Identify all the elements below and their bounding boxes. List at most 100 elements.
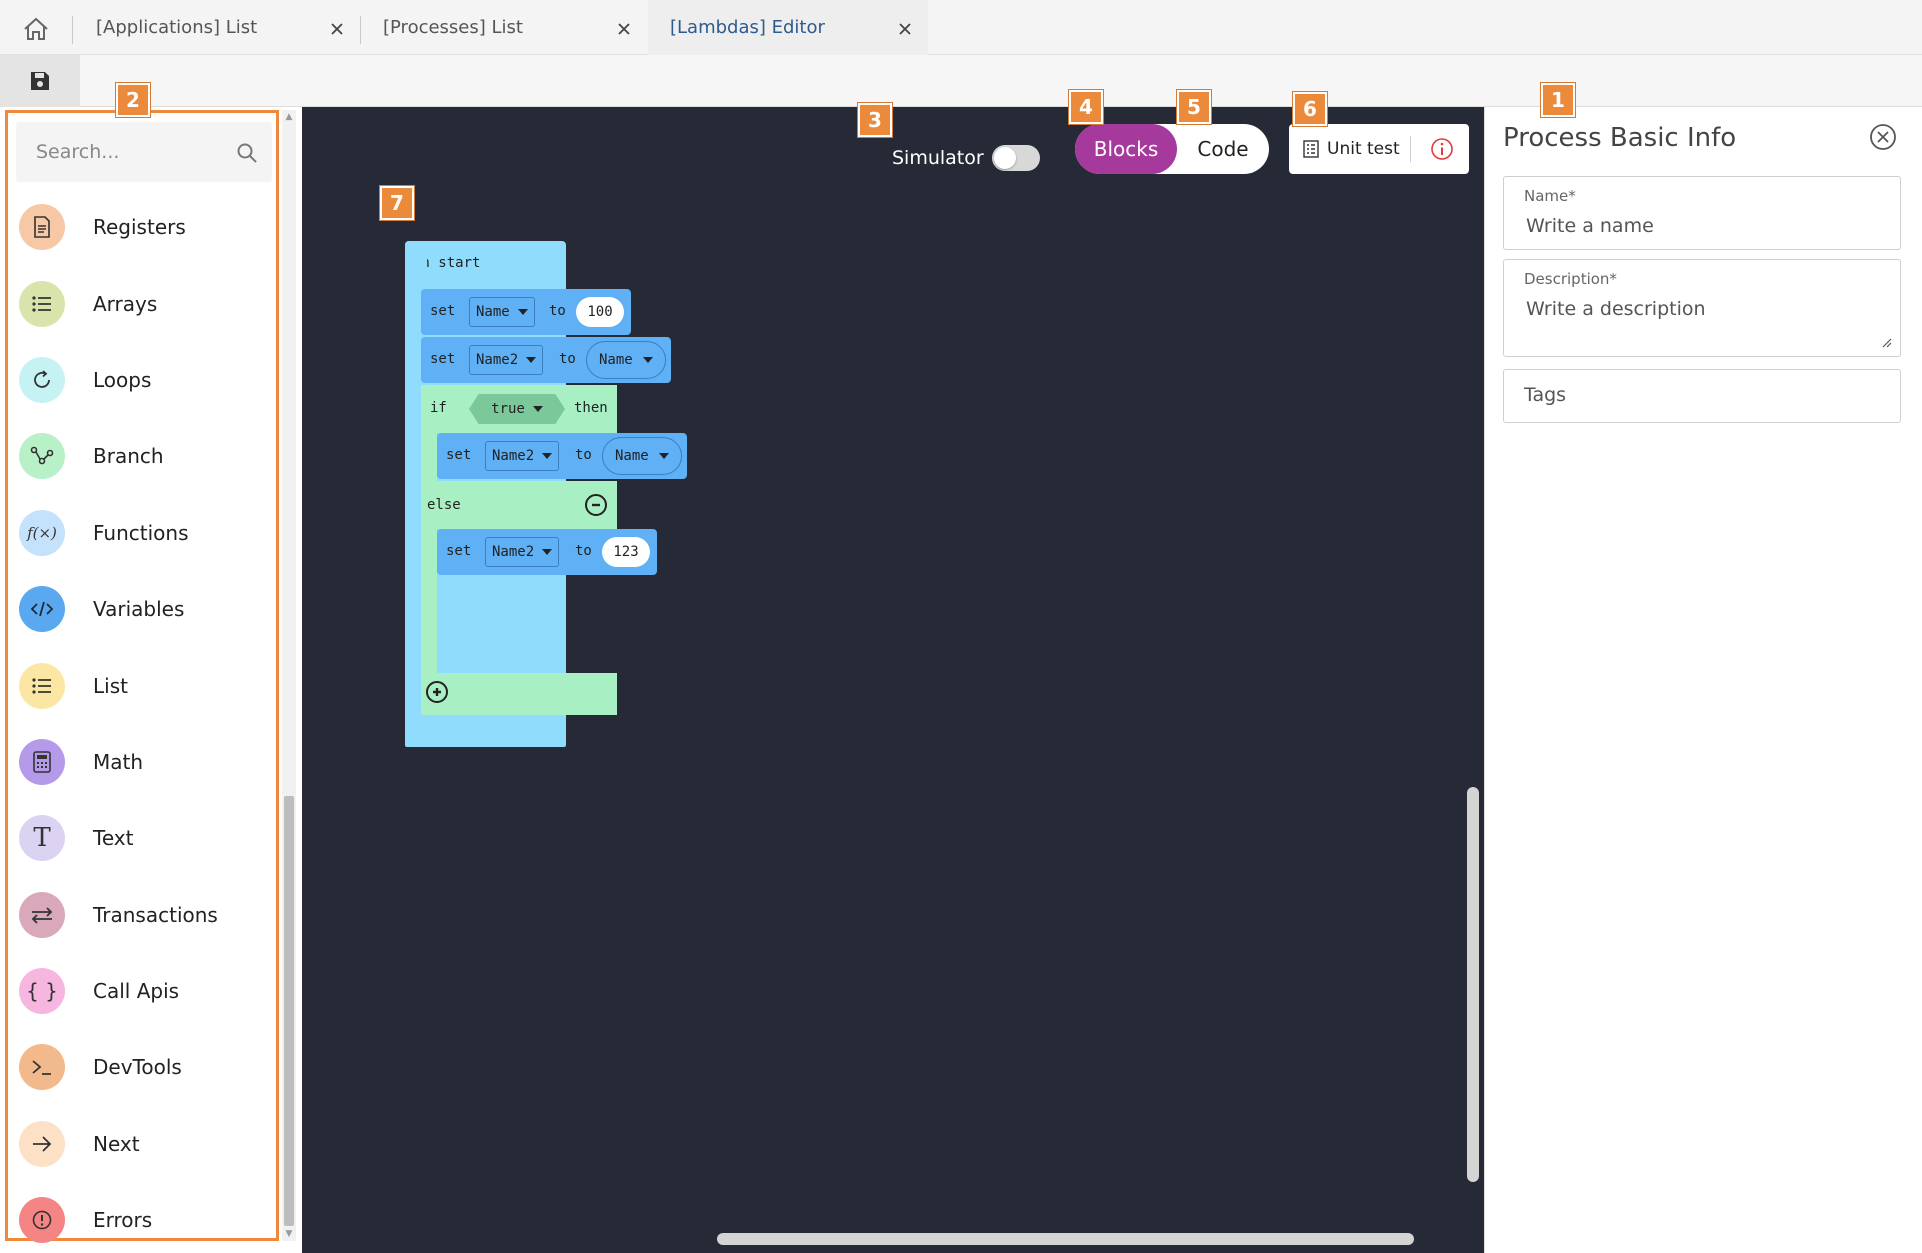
step-badge-5: 5: [1177, 90, 1211, 124]
search-icon[interactable]: [236, 142, 258, 164]
boolean-dropdown[interactable]: true: [469, 394, 565, 424]
number-input[interactable]: 100: [576, 297, 624, 327]
scroll-up-arrow-icon[interactable]: ▲: [284, 112, 294, 122]
tab-lambdas-editor[interactable]: [Lambdas] Editor: [648, 0, 928, 55]
category-variables[interactable]: Variables: [8, 571, 276, 647]
then-keyword: then: [574, 400, 608, 416]
workspace-horizontal-scrollbar[interactable]: [717, 1233, 1414, 1245]
step-badge-2: 2: [116, 83, 150, 117]
sidebar-scrollbar[interactable]: ▲ ▼: [282, 110, 296, 1241]
else-row: else: [421, 481, 617, 529]
panel-title: Process Basic Info: [1503, 123, 1737, 153]
category-errors[interactable]: Errors: [8, 1182, 276, 1253]
category-label: Errors: [93, 1208, 153, 1233]
variable-getter[interactable]: Name: [586, 341, 666, 379]
arrow-right-icon: [19, 1120, 65, 1167]
code-mode-button[interactable]: Code: [1177, 124, 1269, 174]
plus-icon: [433, 688, 441, 696]
variable-getter[interactable]: Name: [602, 437, 682, 475]
category-call-apis[interactable]: { } Call Apis: [8, 953, 276, 1029]
set-block-2[interactable]: set Name2 to Name: [421, 337, 671, 383]
workspace-vertical-scrollbar[interactable]: [1467, 787, 1479, 1182]
set-block-1[interactable]: set Name to 100: [421, 289, 631, 335]
if-block-footer: [421, 673, 617, 715]
info-button[interactable]: [1429, 136, 1455, 162]
blocks-workspace[interactable]: Simulator Blocks Code Unit test on start…: [302, 107, 1484, 1253]
category-registers[interactable]: Registers: [8, 189, 276, 265]
set-keyword: set: [430, 351, 456, 367]
tab-bar: [Applications] List [Processes] List [La…: [0, 0, 1922, 55]
to-keyword: to: [549, 303, 566, 319]
name-placeholder: Write a name: [1526, 215, 1654, 237]
block-category-sidebar: Registers Arrays Loops Branch f(×) Funct…: [5, 110, 279, 1244]
category-loops[interactable]: Loops: [8, 342, 276, 418]
category-label: Math: [93, 749, 144, 774]
loop-icon: [19, 356, 65, 403]
tags-field[interactable]: Tags: [1503, 369, 1901, 423]
add-branch-button[interactable]: [426, 681, 448, 703]
variable-dropdown[interactable]: Name2: [485, 537, 560, 567]
description-field[interactable]: Description* Write a description: [1503, 259, 1901, 357]
calculator-icon: [19, 738, 65, 785]
variable-dropdown[interactable]: Name2: [469, 345, 544, 375]
search-input[interactable]: [16, 122, 236, 182]
category-label: Registers: [93, 215, 186, 240]
category-functions[interactable]: f(×) Functions: [8, 495, 276, 571]
variable-dropdown[interactable]: Name: [469, 297, 535, 327]
dropdown-arrow-icon: [642, 357, 653, 363]
editor-mode-switch: Blocks Code: [1075, 124, 1269, 174]
category-label: Variables: [93, 597, 185, 622]
unit-test-button[interactable]: Unit test: [1289, 134, 1400, 164]
scroll-down-arrow-icon[interactable]: ▼: [284, 1229, 294, 1239]
step-badge-4: 4: [1069, 90, 1103, 124]
category-arrays[interactable]: Arrays: [8, 265, 276, 341]
tab-processes-list[interactable]: [Processes] List: [361, 0, 647, 55]
tab-divider: [72, 16, 73, 44]
description-label: Description*: [1524, 270, 1617, 288]
set-block-4[interactable]: set Name2 to 123: [437, 529, 657, 575]
category-next[interactable]: Next: [8, 1106, 276, 1182]
category-transactions[interactable]: Transactions: [8, 877, 276, 953]
save-button[interactable]: [0, 55, 80, 107]
blocks-mode-button[interactable]: Blocks: [1075, 124, 1177, 174]
close-icon[interactable]: [896, 20, 914, 38]
variable-dropdown[interactable]: Name2: [485, 441, 560, 471]
dropdown-arrow-icon: [526, 357, 537, 363]
simulator-label: Simulator: [892, 147, 984, 169]
else-keyword: else: [427, 497, 461, 513]
name-field[interactable]: Name* Write a name: [1503, 176, 1901, 250]
variable-name: Name2: [492, 544, 535, 560]
number-input[interactable]: 123: [602, 537, 650, 567]
tags-placeholder: Tags: [1524, 384, 1567, 406]
category-branch[interactable]: Branch: [8, 418, 276, 494]
variable-name: Name2: [492, 448, 535, 464]
braces-icon: { }: [19, 968, 65, 1015]
set-keyword: set: [446, 447, 472, 463]
set-block-3[interactable]: set Name2 to Name: [437, 433, 687, 479]
set-keyword: set: [446, 543, 472, 559]
close-icon[interactable]: [615, 20, 633, 38]
category-devtools[interactable]: DevTools: [8, 1029, 276, 1105]
variable-name: Name: [615, 448, 649, 464]
home-button[interactable]: [18, 14, 54, 44]
resize-handle-icon[interactable]: [1882, 338, 1892, 348]
category-label: Next: [93, 1131, 140, 1156]
close-icon[interactable]: [328, 20, 346, 38]
category-text[interactable]: T Text: [8, 800, 276, 876]
remove-else-button[interactable]: [585, 494, 607, 516]
category-label: Transactions: [93, 902, 218, 927]
toolbar: [0, 55, 1922, 107]
category-math[interactable]: Math: [8, 724, 276, 800]
sidebar-scrollbar-thumb[interactable]: [284, 796, 294, 1226]
branch-icon: [19, 433, 65, 480]
category-list[interactable]: List: [8, 647, 276, 723]
simulator-control: Simulator: [892, 143, 1040, 173]
description-placeholder: Write a description: [1526, 298, 1706, 320]
if-block[interactable]: if true then: [421, 385, 617, 433]
save-icon: [31, 72, 49, 90]
list-icon: [19, 280, 65, 327]
tab-applications-list[interactable]: [Applications] List: [74, 0, 360, 55]
simulator-toggle[interactable]: [991, 145, 1040, 171]
close-icon[interactable]: [1869, 123, 1897, 151]
unit-test-label: Unit test: [1327, 139, 1400, 159]
